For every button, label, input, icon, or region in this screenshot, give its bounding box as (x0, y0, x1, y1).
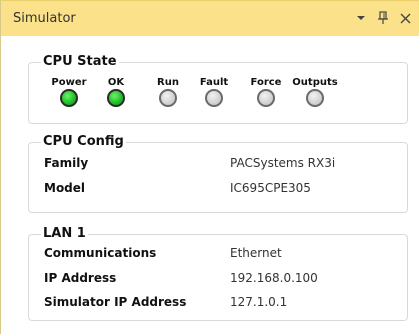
ip-address-value: 192.168.0.100 (230, 271, 318, 285)
cpu-state-legend: CPU State (41, 54, 119, 70)
cpu-config-group: CPU Config (28, 134, 408, 213)
model-value: IC695CPE305 (230, 181, 311, 195)
led-label-ok: OK (107, 77, 125, 88)
led-label-fault: Fault (199, 77, 229, 88)
ip-address-label: IP Address (44, 271, 117, 285)
cpu-config-legend: CPU Config (41, 134, 126, 150)
simulator-panel: Simulator CPU State Power OK Run Fault F… (0, 0, 419, 334)
led-label-power: Power (51, 77, 87, 88)
simulator-ip-address-label: Simulator IP Address (44, 295, 187, 309)
panel-title: Simulator (13, 11, 76, 26)
led-label-run: Run (157, 77, 179, 88)
led-label-outputs: Outputs (292, 77, 338, 88)
led-ok (107, 89, 125, 107)
family-label: Family (44, 156, 89, 170)
led-force (257, 89, 275, 107)
led-fault (205, 89, 223, 107)
simulator-ip-address-value: 127.1.0.1 (230, 295, 288, 309)
led-label-force: Force (250, 77, 282, 88)
title-bar: Simulator (1, 0, 419, 36)
model-label: Model (44, 181, 86, 195)
close-icon[interactable] (395, 7, 415, 29)
family-value: PACSystems RX3i (230, 156, 336, 170)
lan1-legend: LAN 1 (41, 226, 88, 242)
chevron-down-icon[interactable] (351, 7, 371, 29)
led-run (159, 89, 177, 107)
pin-icon[interactable] (374, 7, 392, 29)
led-power (60, 89, 78, 107)
communications-value: Ethernet (230, 246, 282, 260)
communications-label: Communications (44, 246, 157, 260)
led-outputs (306, 89, 324, 107)
